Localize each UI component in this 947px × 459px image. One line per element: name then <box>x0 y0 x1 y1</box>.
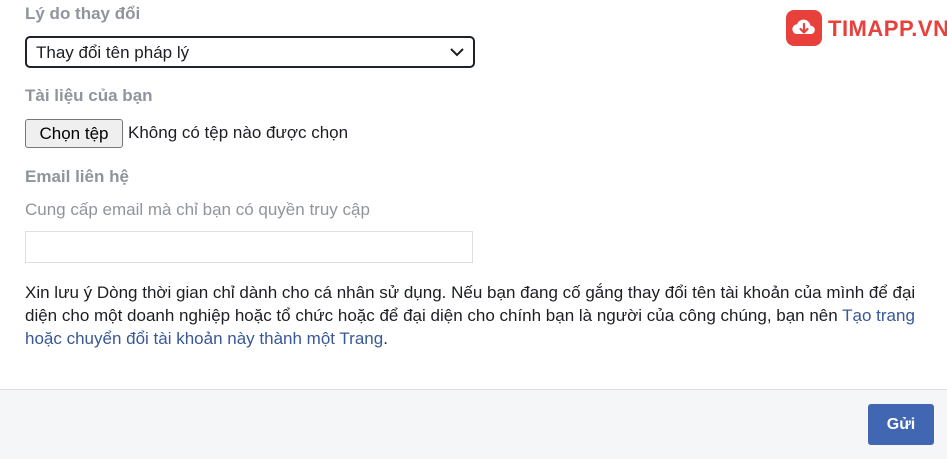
chevron-down-icon <box>450 48 464 57</box>
choose-file-button[interactable]: Chọn tệp <box>25 119 123 148</box>
email-hint: Cung cấp email mà chỉ bạn có quyền truy … <box>25 200 370 219</box>
documents-label: Tài liệu của bạn <box>25 86 153 105</box>
reason-selected-value: Thay đổi tên pháp lý <box>36 43 190 62</box>
notice-body: Xin lưu ý Dòng thời gian chỉ dành cho cá… <box>25 283 916 325</box>
submit-button[interactable]: Gửi <box>868 404 934 445</box>
name-change-form: Lý do thay đổi Thay đổi tên pháp lý Tài … <box>0 0 947 389</box>
email-label: Email liên hệ <box>25 167 129 186</box>
form-footer <box>0 389 947 459</box>
reason-label: Lý do thay đổi <box>25 4 141 23</box>
notice-text: Xin lưu ý Dòng thời gian chỉ dành cho cá… <box>25 281 925 350</box>
file-status-text: Không có tệp nào được chọn <box>128 123 349 142</box>
email-field[interactable] <box>25 231 473 263</box>
cloud-download-icon <box>786 10 822 46</box>
reason-select[interactable]: Thay đổi tên pháp lý <box>25 36 475 68</box>
notice-end: . <box>383 329 388 348</box>
watermark-brand: TIMAPP.VN <box>828 16 947 41</box>
